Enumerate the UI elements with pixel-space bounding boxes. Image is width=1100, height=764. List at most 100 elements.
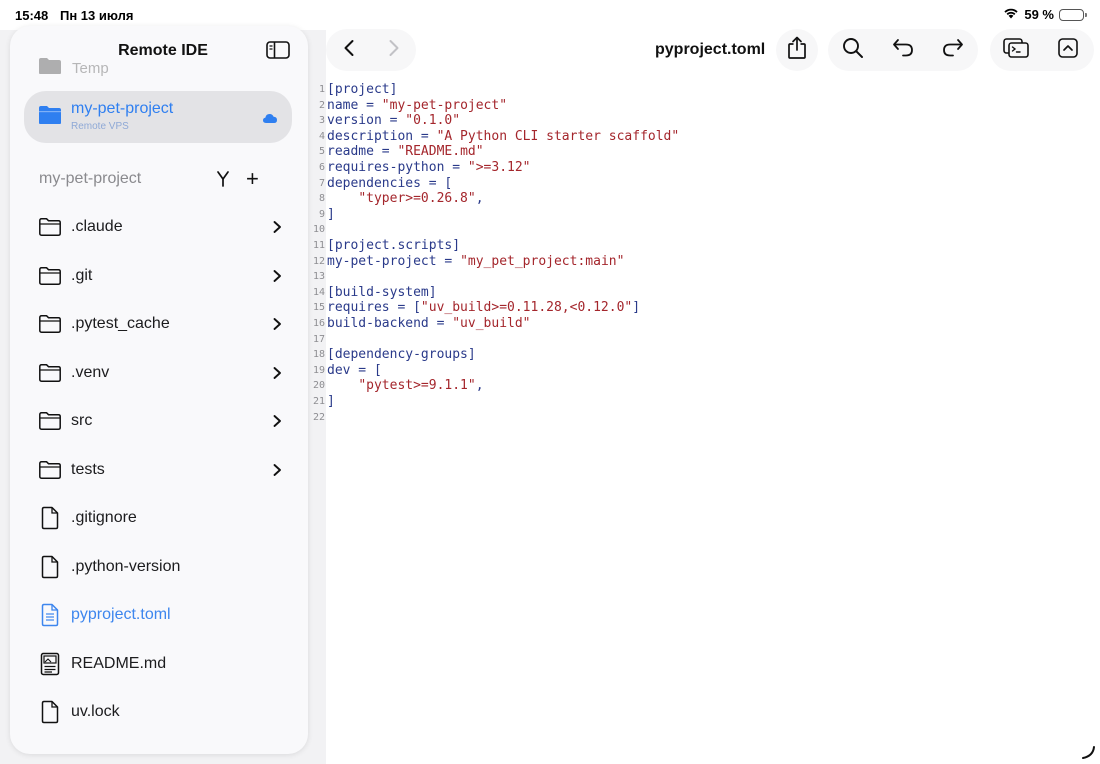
code-line: "pytest>=9.1.1", bbox=[327, 378, 483, 393]
project-selector[interactable]: my-pet-project Remote VPS bbox=[24, 91, 292, 143]
code-token: dev = [ bbox=[327, 362, 382, 378]
code-string: "0.1.0" bbox=[405, 113, 461, 129]
collapse-button[interactable] bbox=[1045, 29, 1091, 71]
terminal-button[interactable] bbox=[993, 29, 1039, 71]
view-tools-group bbox=[990, 29, 1094, 71]
code-token: [project.scripts] bbox=[327, 238, 461, 253]
code-line: [project] bbox=[327, 82, 397, 97]
code-string: "README.md" bbox=[397, 144, 484, 160]
code-line: ] bbox=[327, 207, 335, 222]
back-button[interactable] bbox=[326, 29, 371, 71]
code-editor[interactable]: 1 [project] 2 name = "my-pet-project" 3 versi… bbox=[310, 80, 1100, 764]
line-number: 11 bbox=[312, 240, 325, 251]
code-string: "typer>=0.26.8" bbox=[358, 191, 476, 207]
code-token: ] bbox=[327, 394, 335, 409]
line-number: 20 bbox=[312, 380, 325, 392]
search-icon bbox=[842, 37, 864, 64]
code-token: ] bbox=[632, 300, 641, 316]
project-section-header: my-pet-project + bbox=[39, 168, 269, 192]
code-line: [project.scripts] bbox=[327, 238, 460, 253]
status-time: 15:48 bbox=[15, 8, 49, 23]
code-line: dev = [ bbox=[327, 363, 382, 378]
line-number: 18 bbox=[312, 349, 325, 361]
code-line: version = "0.1.0" bbox=[327, 113, 460, 128]
share-group bbox=[776, 29, 818, 71]
sidebar: Remote IDE Temp my-pet-project Remote VP… bbox=[10, 26, 308, 754]
code-string: "uv_build>=0.11.28,<0.12.0" bbox=[420, 300, 633, 316]
code-string: ">=3.12" bbox=[467, 160, 531, 175]
line-number: 4 bbox=[318, 130, 325, 142]
undo-icon bbox=[892, 38, 914, 63]
sidebar-item-label: pyproject.toml bbox=[71, 606, 171, 623]
undo-button[interactable] bbox=[880, 29, 926, 71]
code-line: build-backend = "uv_build" bbox=[327, 316, 531, 331]
chevron-right-icon bbox=[270, 366, 284, 380]
chevron-right-icon bbox=[270, 220, 284, 234]
file-icon bbox=[38, 555, 62, 579]
sidebar-item-uv-lock[interactable]: uv.lock bbox=[38, 697, 284, 727]
code-line: requires = ["uv_build>=0.11.28,<0.12.0"] bbox=[327, 300, 640, 315]
code-line: [build-system] bbox=[327, 285, 437, 300]
file-icon bbox=[38, 506, 62, 530]
sidebar-item-label: README.md bbox=[71, 654, 167, 672]
resize-handle-icon[interactable] bbox=[1080, 744, 1096, 760]
code-line: readme = "README.md" bbox=[327, 144, 484, 159]
code-string: "uv_build" bbox=[452, 316, 531, 331]
code-token: version = bbox=[327, 113, 406, 129]
terminal-icon bbox=[1003, 37, 1029, 63]
sidebar-item-label: .gitignore bbox=[71, 509, 137, 526]
sidebar-item-label: src bbox=[71, 412, 93, 429]
add-icon[interactable]: + bbox=[246, 168, 259, 190]
code-token: [project] bbox=[327, 82, 398, 97]
redo-button[interactable] bbox=[930, 29, 976, 71]
image-file-icon bbox=[38, 652, 62, 676]
sidebar-item-tests[interactable]: tests bbox=[38, 455, 284, 485]
code-line: name = "my-pet-project" bbox=[327, 98, 507, 113]
search-button[interactable] bbox=[830, 29, 876, 71]
sidebar-item-label: uv.lock bbox=[71, 703, 120, 720]
line-number: 21 bbox=[312, 396, 325, 407]
code-line: requires-python = ">=3.12" bbox=[327, 160, 531, 175]
project-name: my-pet-project bbox=[71, 100, 174, 117]
code-line: ] bbox=[327, 394, 335, 409]
sidebar-toggle-icon[interactable] bbox=[266, 40, 290, 60]
sidebar-item-git[interactable]: .git bbox=[38, 261, 284, 291]
line-number: 3 bbox=[318, 115, 325, 127]
sidebar-item-src[interactable]: src bbox=[38, 406, 284, 436]
code-token: requires = [ bbox=[327, 300, 421, 316]
sidebar-item-label: .venv bbox=[71, 363, 110, 381]
folder-icon bbox=[38, 458, 62, 482]
line-number: 10 bbox=[312, 224, 325, 236]
folder-icon bbox=[38, 264, 62, 288]
line-number: 9 bbox=[318, 208, 325, 220]
code-token: [build-system] bbox=[327, 284, 437, 300]
code-token: dependencies = [ bbox=[327, 175, 453, 191]
sidebar-item-claude[interactable]: .claude bbox=[38, 212, 284, 242]
sidebar-item-python-version[interactable]: .python-version bbox=[38, 552, 284, 582]
code-line: my-pet-project = "my_pet_project:main" bbox=[327, 254, 624, 269]
line-number: 16 bbox=[312, 318, 325, 329]
code-string: "my-pet-project" bbox=[381, 97, 508, 113]
code-token: readme = bbox=[327, 144, 398, 160]
forward-button[interactable] bbox=[371, 29, 416, 71]
share-button[interactable] bbox=[776, 29, 818, 71]
sidebar-item-label: .claude bbox=[71, 218, 123, 235]
sidebar-item-venv[interactable]: .venv bbox=[38, 358, 284, 388]
battery-icon bbox=[1059, 8, 1087, 21]
code-token: my-pet-project = bbox=[327, 253, 461, 269]
sidebar-item-temp[interactable]: Temp bbox=[38, 56, 109, 80]
folder-icon bbox=[38, 312, 62, 336]
code-token: description = bbox=[327, 128, 437, 144]
line-number: 1 bbox=[318, 84, 325, 95]
line-number: 19 bbox=[312, 364, 325, 376]
line-number: 13 bbox=[312, 271, 325, 283]
sidebar-item-gitignore[interactable]: .gitignore bbox=[38, 503, 284, 533]
sidebar-item-readme-md[interactable]: README.md bbox=[38, 649, 284, 679]
git-branch-icon[interactable] bbox=[214, 170, 232, 193]
wifi-icon bbox=[1003, 7, 1019, 22]
sidebar-item-pyproject-toml[interactable]: pyproject.toml bbox=[38, 600, 284, 630]
sidebar-item-pytest-cache[interactable]: .pytest_cache bbox=[38, 309, 284, 339]
folder-icon bbox=[38, 105, 62, 130]
